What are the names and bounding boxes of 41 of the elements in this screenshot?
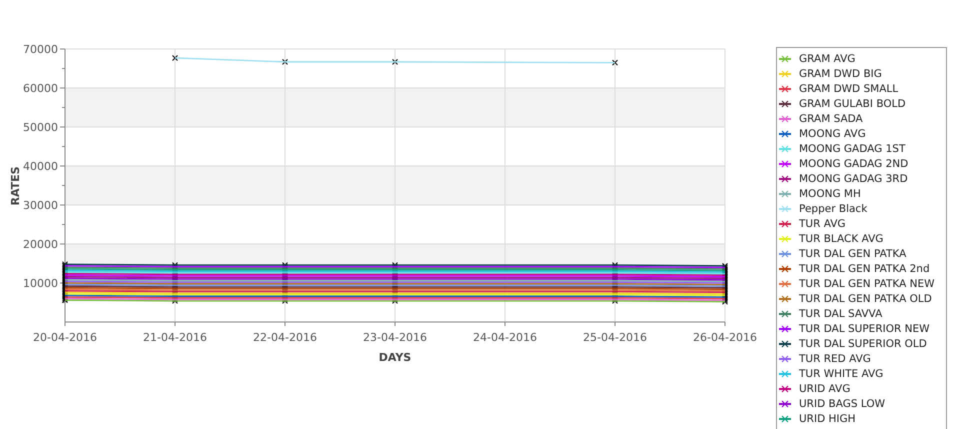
legend-label: TUR AVG: [799, 218, 846, 230]
legend-label: URID AVG: [799, 382, 850, 394]
legend-label: TUR DAL GEN PATKA NEW: [799, 278, 935, 290]
legend-label: TUR DAL GEN PATKA 2nd: [799, 262, 930, 274]
legend-label: GRAM SADA: [799, 112, 863, 124]
legend-label: MOONG GADAG 2ND: [799, 158, 908, 170]
legend-label: TUR DAL SAVVA: [799, 308, 882, 320]
legend-label: GRAM DWD SMALL: [799, 82, 898, 94]
y-tick-label: 20000: [23, 238, 58, 251]
legend-label: GRAM AVG: [799, 52, 856, 64]
y-tick-label: 70000: [23, 43, 58, 56]
y-tick-label: 30000: [23, 199, 58, 212]
legend-label: GRAM DWD BIG: [799, 68, 882, 80]
legend-label: TUR DAL GEN PATKA: [799, 248, 906, 260]
legend-label: GRAM GULABI BOLD: [799, 98, 906, 110]
y-tick-label: 40000: [23, 160, 58, 173]
x-tick-label: 22-04-2016: [253, 331, 317, 344]
legend-label: Pepper Black: [799, 202, 868, 214]
legend-label: MOONG AVG: [799, 128, 866, 140]
legend-label: URID HIGH: [799, 412, 856, 424]
x-tick-label: 24-04-2016: [473, 331, 537, 344]
legend-label: TUR DAL SUPERIOR OLD: [799, 338, 927, 350]
x-tick-label: 21-04-2016: [143, 331, 207, 344]
y-tick-label: 60000: [23, 82, 58, 95]
y-axis-label: RATES: [9, 166, 22, 206]
legend-label: MOONG GADAG 1ST: [799, 142, 906, 154]
x-tick-label: 26-04-2016: [693, 331, 757, 344]
y-tick-label: 50000: [23, 121, 58, 134]
legend-label: TUR RED AVG: [799, 352, 871, 364]
legend-label: URID BAGS LOW: [799, 398, 885, 410]
legend-label: TUR BLACK AVG: [799, 232, 884, 244]
x-axis-label: DAYS: [378, 351, 412, 364]
legend-label: TUR WHITE AVG: [799, 368, 884, 380]
x-tick-label: 25-04-2016: [583, 331, 647, 344]
x-tick-label: 20-04-2016: [33, 331, 97, 344]
legend-label: TUR DAL SUPERIOR NEW: [799, 322, 930, 334]
y-tick-label: 10000: [23, 277, 58, 290]
legend-label: MOONG MH: [799, 188, 861, 200]
legend-label: TUR DAL GEN PATKA OLD: [799, 292, 932, 304]
x-tick-label: 23-04-2016: [363, 331, 427, 344]
legend-label: MOONG GADAG 3RD: [799, 172, 908, 184]
